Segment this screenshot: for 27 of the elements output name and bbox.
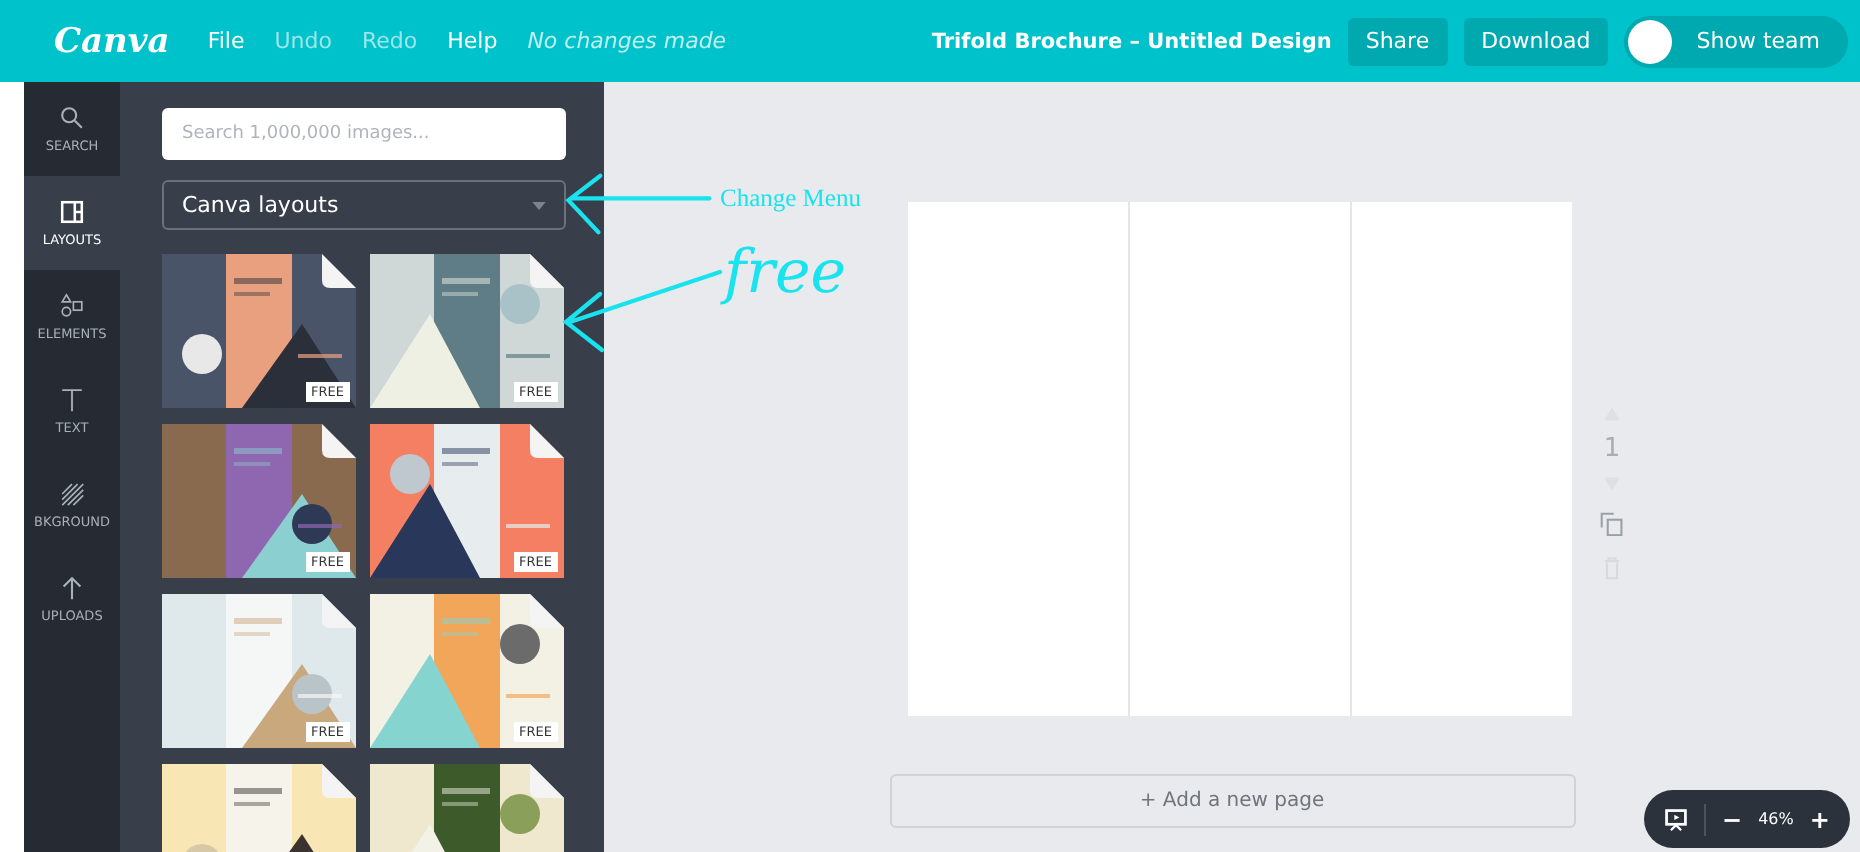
brochure-page[interactable] (908, 202, 1572, 716)
save-status: No changes made (527, 28, 727, 54)
duplicate-icon[interactable] (1600, 512, 1624, 536)
present-icon[interactable] (1664, 807, 1688, 831)
search-icon (58, 104, 86, 132)
canva-logo[interactable]: Canva (54, 21, 170, 61)
page-number: 1 (1603, 434, 1621, 464)
top-bar-button[interactable]: Share (1347, 17, 1448, 65)
layout-icon (58, 198, 86, 226)
document-title[interactable]: Trifold Brochure – Untitled Design (931, 29, 1332, 53)
zoom-level: 46% (1758, 810, 1794, 828)
shapes-icon (58, 292, 86, 320)
zoom-in-button[interactable]: + (1809, 805, 1830, 833)
top-bar-button[interactable]: Download (1463, 17, 1609, 65)
menu-item[interactable]: File (207, 28, 245, 54)
annotation-label: Change Menu (720, 183, 861, 213)
upload-icon (58, 574, 86, 602)
hatch-icon (58, 480, 86, 508)
zoom-out-button[interactable]: − (1722, 805, 1743, 833)
search-field[interactable]: Search 1,000,000 images... (162, 108, 566, 160)
add-page-button[interactable]: + Add a new page (889, 774, 1575, 828)
handwritten-note: free (724, 238, 846, 308)
caret-icon (532, 201, 546, 209)
layout-dropdown[interactable]: Canva layouts (162, 180, 566, 230)
menu-item[interactable]: Help (447, 28, 498, 54)
show-team-toggle[interactable]: Show team (1624, 15, 1848, 67)
text-icon (58, 386, 86, 414)
